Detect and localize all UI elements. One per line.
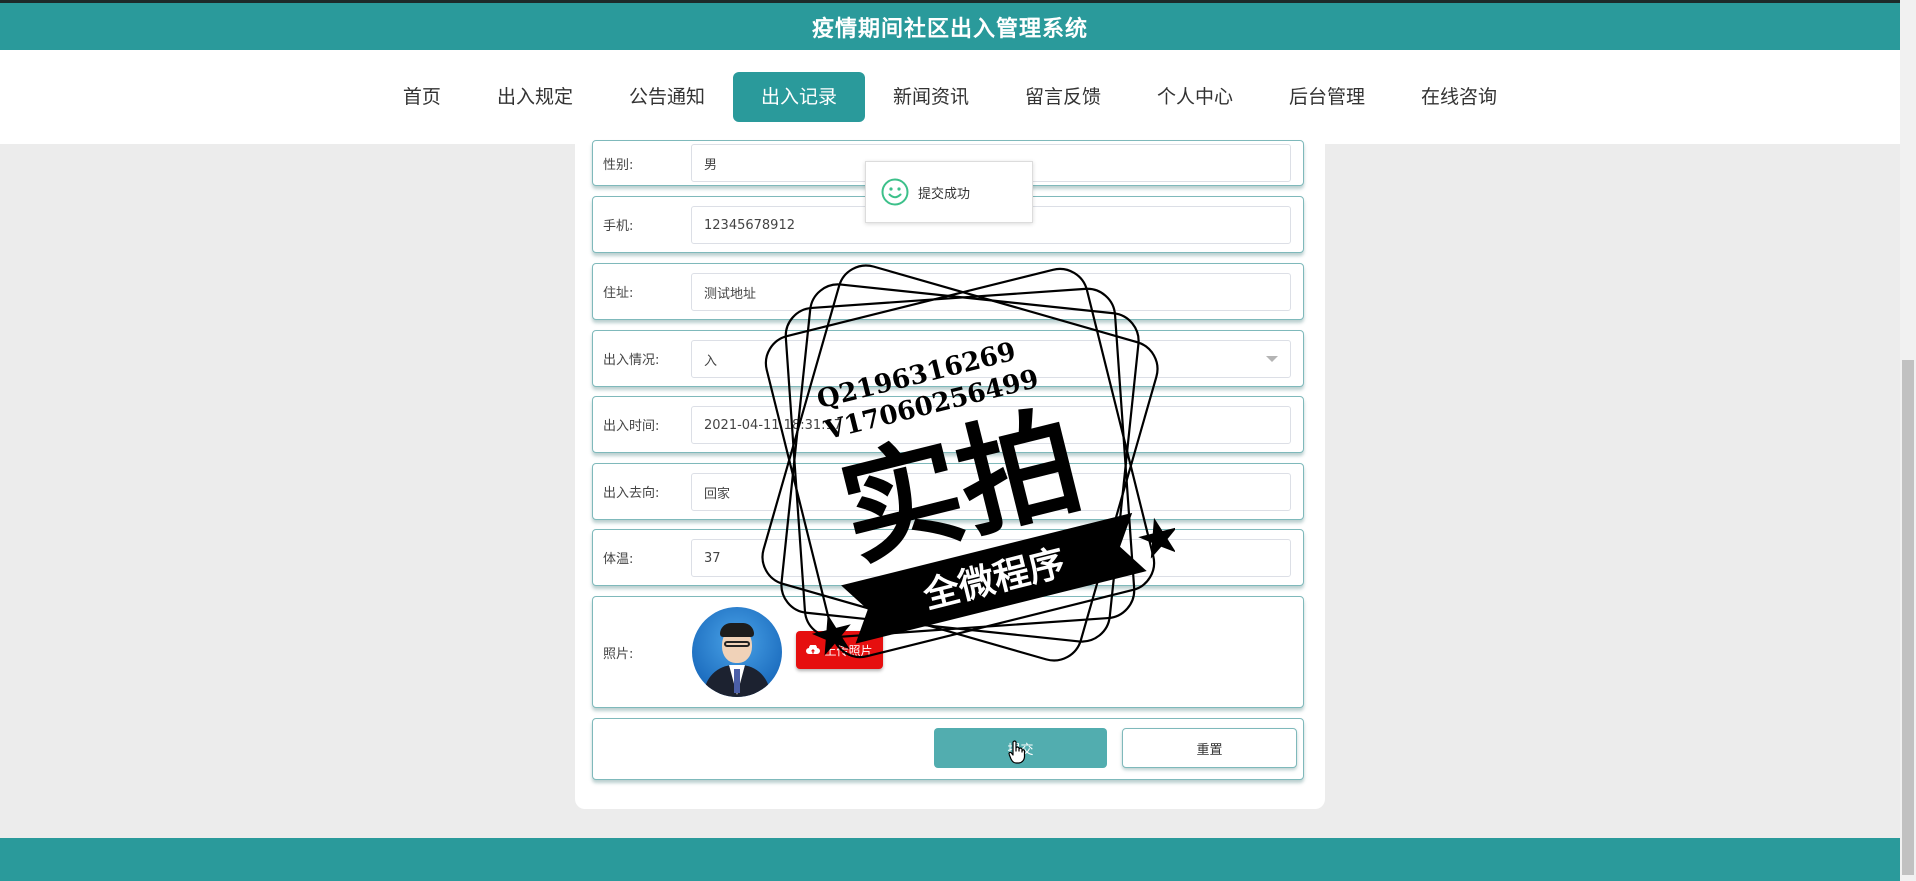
time-input[interactable]: 2021-04-11 18:31:17 bbox=[691, 406, 1291, 444]
nav-item-news[interactable]: 新闻资讯 bbox=[865, 72, 997, 122]
nav-item-rules[interactable]: 出入规定 bbox=[469, 72, 601, 122]
toast-message: 提交成功 bbox=[918, 186, 971, 202]
site-title: 疫情期间社区出入管理系统 bbox=[811, 16, 1088, 42]
temperature-row: 体温: 37 bbox=[592, 529, 1304, 586]
hand-cursor-icon bbox=[1008, 740, 1026, 764]
gender-label: 性别: bbox=[603, 157, 634, 173]
smiley-icon bbox=[881, 178, 909, 206]
time-label: 出入时间: bbox=[603, 419, 660, 434]
destination-label: 出入去向: bbox=[603, 486, 660, 501]
page-scrollbar[interactable] bbox=[1900, 0, 1916, 881]
nav-item-admin[interactable]: 后台管理 bbox=[1261, 72, 1393, 122]
upload-photo-button[interactable]: 上传照片 bbox=[796, 631, 883, 669]
destination-input[interactable]: 回家 bbox=[691, 473, 1291, 511]
address-row: 住址: 测试地址 bbox=[592, 263, 1304, 320]
upload-photo-label: 上传照片 bbox=[824, 643, 873, 658]
nav-item-consult[interactable]: 在线咨询 bbox=[1393, 72, 1525, 122]
destination-row: 出入去向: 回家 bbox=[592, 463, 1304, 520]
nav-item-profile[interactable]: 个人中心 bbox=[1129, 72, 1261, 122]
reset-button[interactable]: 重置 bbox=[1122, 728, 1297, 768]
nav-item-feedback[interactable]: 留言反馈 bbox=[997, 72, 1129, 122]
status-value: 入 bbox=[704, 353, 718, 369]
nav-item-home[interactable]: 首页 bbox=[375, 72, 469, 122]
chevron-down-icon bbox=[1266, 356, 1278, 362]
main-nav: 首页 出入规定 公告通知 出入记录 新闻资讯 留言反馈 个人中心 后台管理 在线… bbox=[0, 50, 1900, 144]
success-toast: 提交成功 bbox=[865, 161, 1033, 223]
temperature-input[interactable]: 37 bbox=[691, 539, 1291, 577]
form-panel: 性别: 男 手机: 12345678912 住址: 测试地址 出入情况: 入 出… bbox=[575, 140, 1325, 809]
nav-item-records[interactable]: 出入记录 bbox=[732, 72, 865, 122]
avatar bbox=[692, 607, 782, 697]
temperature-label: 体温: bbox=[603, 552, 634, 567]
status-label: 出入情况: bbox=[603, 353, 660, 368]
footer-bar bbox=[0, 838, 1900, 881]
address-input[interactable]: 测试地址 bbox=[691, 273, 1291, 311]
status-row: 出入情况: 入 bbox=[592, 330, 1304, 387]
scrollbar-thumb[interactable] bbox=[1902, 360, 1914, 875]
top-header: 疫情期间社区出入管理系统 bbox=[0, 0, 1900, 50]
address-label: 住址: bbox=[603, 286, 634, 301]
cloud-upload-icon bbox=[806, 645, 821, 654]
time-row: 出入时间: 2021-04-11 18:31:17 bbox=[592, 396, 1304, 453]
nav-item-notices[interactable]: 公告通知 bbox=[601, 72, 733, 122]
photo-label: 照片: bbox=[603, 646, 634, 662]
status-select[interactable]: 入 bbox=[691, 340, 1291, 378]
actions-row: 提交 重置 bbox=[592, 718, 1304, 780]
phone-label: 手机: bbox=[603, 219, 634, 234]
photo-row: 照片: 上传照片 bbox=[592, 596, 1304, 708]
